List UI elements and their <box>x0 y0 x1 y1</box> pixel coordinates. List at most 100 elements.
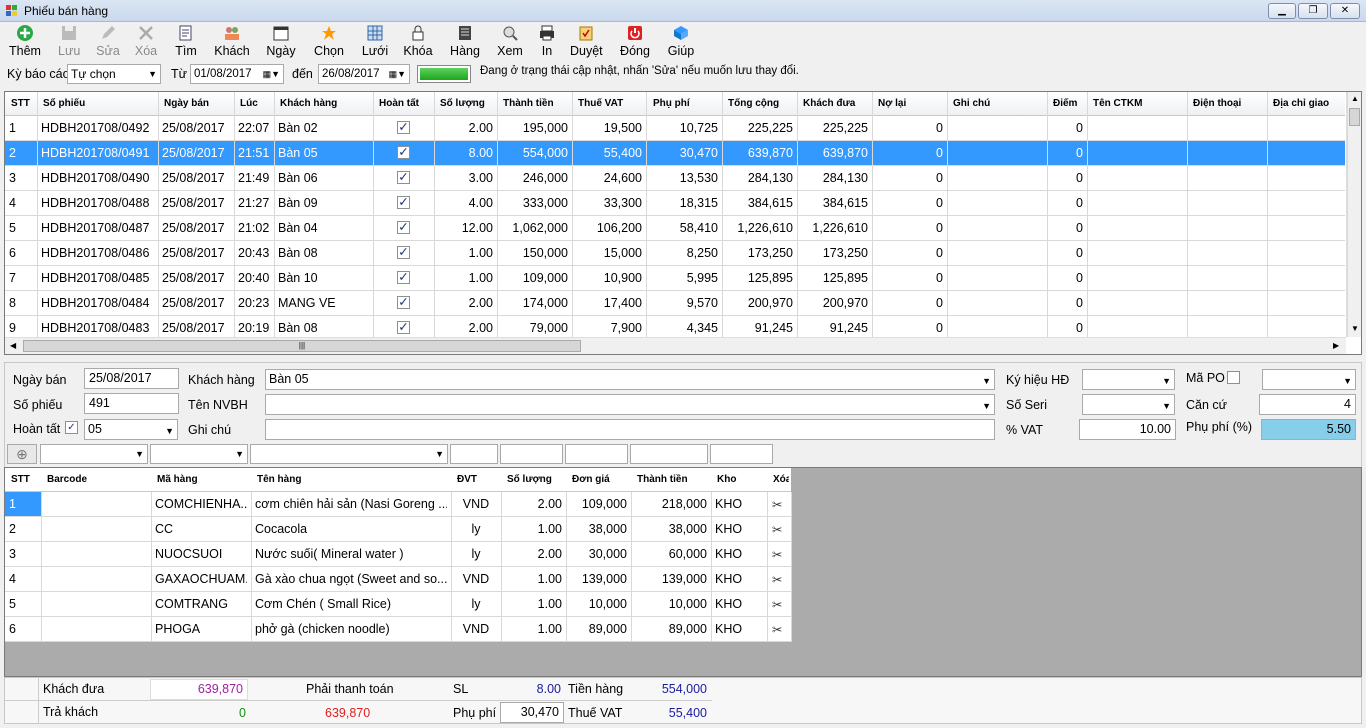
toolbar-power-button[interactable]: Đóng <box>619 24 651 60</box>
toolbar-calendar-button[interactable]: Ngày <box>265 24 297 60</box>
table-row[interactable]: 1 HDBH201708/0492 25/08/2017 22:07 Bàn 02 ✓ 2.… <box>5 116 1345 141</box>
done-checkbox[interactable]: ✓ <box>397 321 410 334</box>
column-header[interactable]: Số phiếu <box>43 98 156 109</box>
table-row[interactable]: 8 HDBH201708/0484 25/08/2017 20:23 MANG VE ✓ 2… <box>5 291 1345 316</box>
toolbar-add-button[interactable]: Thêm <box>8 24 42 60</box>
column-header[interactable]: Địa chỉ giao <box>1273 98 1345 109</box>
toolbar-approve-button[interactable]: Duyệt <box>570 24 603 60</box>
customer-paid-field[interactable]: 639,870 <box>150 679 248 700</box>
toolbar-grid-button[interactable]: Lưới <box>361 24 389 60</box>
delete-row-icon[interactable]: ✂ <box>772 622 782 637</box>
list-item[interactable]: 1 COMCHIENHA... cơm chiên hải sản (Nasi Go… <box>5 492 792 517</box>
qty-filter[interactable] <box>500 444 563 464</box>
delete-row-icon[interactable]: ✂ <box>772 547 782 562</box>
code-filter[interactable]: ▼ <box>150 444 248 464</box>
toolbar-search-button[interactable]: Tìm <box>173 24 199 60</box>
po-select[interactable]: ▼ <box>1262 369 1356 390</box>
column-header[interactable]: Số lượng <box>507 474 564 485</box>
column-header[interactable]: Điểm <box>1053 98 1085 109</box>
name-filter[interactable]: ▼ <box>250 444 448 464</box>
barcode-filter[interactable]: ▼ <box>40 444 148 464</box>
po-checkbox[interactable] <box>1227 371 1240 384</box>
column-header[interactable]: Số lượng <box>440 98 495 109</box>
fee-total-field[interactable]: 30,470 <box>500 702 564 723</box>
list-item[interactable]: 2 CC Cocacola ly 1.00 38,000 38,000 KHO ✂ <box>5 517 792 542</box>
column-header[interactable]: Khách hàng <box>280 98 371 109</box>
amount-filter[interactable] <box>630 444 708 464</box>
customer-select[interactable]: Bàn 05 ▼ <box>265 369 995 390</box>
column-header[interactable]: Barcode <box>47 474 149 485</box>
close-window-button[interactable]: ✕ <box>1330 3 1360 19</box>
unit-filter[interactable] <box>450 444 498 464</box>
delete-row-icon[interactable]: ✂ <box>772 497 782 512</box>
list-item[interactable]: 5 COMTRANG Cơm Chén ( Small Rice) ly 1.00 10,… <box>5 592 792 617</box>
toolbar-help-button[interactable]: Giúp <box>667 24 695 60</box>
list-item[interactable]: 4 GAXAOCHUAM... Gà xào chua ngọt (Sweet an… <box>5 567 792 592</box>
fee-field[interactable]: 5.50 <box>1261 419 1356 440</box>
list-item[interactable]: 3 NUOCSUOI Nước suối( Mineral water ) ly 2.0… <box>5 542 792 567</box>
toolbar-customer-button[interactable]: Khách <box>214 24 250 60</box>
done-checkbox[interactable]: ✓ <box>65 421 78 434</box>
staff-select[interactable]: ▼ <box>265 394 995 415</box>
done-checkbox[interactable]: ✓ <box>397 171 410 184</box>
column-header[interactable]: ĐVT <box>457 474 499 485</box>
column-header[interactable]: Thành tiền <box>637 474 709 485</box>
column-header[interactable]: Tổng cộng <box>728 98 795 109</box>
column-header[interactable]: Phụ phí <box>653 98 720 109</box>
table-row[interactable]: 4 HDBH201708/0488 25/08/2017 21:27 Bàn 09 ✓ 4.… <box>5 191 1345 216</box>
list-item[interactable]: 6 PHOGA phở gà (chicken noodle) VND 1.00 89,0… <box>5 617 792 642</box>
toolbar-edit-button[interactable]: Sửa <box>96 24 120 60</box>
minimize-button[interactable]: ▁ <box>1268 3 1296 19</box>
column-header[interactable]: STT <box>11 98 35 109</box>
column-header[interactable]: Khách đưa <box>803 98 870 109</box>
detail-grid[interactable]: STT Barcode Mã hàng Tên hàng ĐVT Số lượng Đơn … <box>4 467 1362 677</box>
note-field[interactable] <box>265 419 995 440</box>
toolbar-delete-button[interactable]: Xóa <box>134 24 158 60</box>
receipt-no-field[interactable]: 491 <box>84 393 179 414</box>
delete-row-icon[interactable]: ✂ <box>772 572 782 587</box>
store-filter[interactable] <box>710 444 773 464</box>
invoice-sign-select[interactable]: ▼ <box>1082 369 1175 390</box>
column-header[interactable]: Hoàn tất <box>379 98 432 109</box>
price-filter[interactable] <box>565 444 628 464</box>
table-row[interactable]: 2 HDBH201708/0491 25/08/2017 21:51 Bàn 05 ✓ 8.… <box>5 141 1345 166</box>
done-checkbox[interactable]: ✓ <box>397 296 410 309</box>
column-header[interactable]: Ngày bán <box>164 98 232 109</box>
toolbar-goods-button[interactable]: Hàng <box>449 24 481 60</box>
toolbar-lock-button[interactable]: Khóa <box>403 24 433 60</box>
column-header[interactable]: Ghi chú <box>953 98 1045 109</box>
column-header[interactable]: Đơn giá <box>572 474 629 485</box>
column-header[interactable]: Tên hàng <box>257 474 449 485</box>
table-row[interactable]: 5 HDBH201708/0487 25/08/2017 21:02 Bàn 04 ✓ 12… <box>5 216 1345 241</box>
add-row-icon[interactable]: ⊕ <box>7 444 37 464</box>
column-header[interactable]: Lúc <box>240 98 272 109</box>
horizontal-scrollbar[interactable]: ◀ ||| ▶ <box>5 337 1346 354</box>
column-header[interactable]: Thành tiền <box>503 98 570 109</box>
done-checkbox[interactable]: ✓ <box>397 271 410 284</box>
done-checkbox[interactable]: ✓ <box>397 221 410 234</box>
done-checkbox[interactable]: ✓ <box>397 246 410 259</box>
done-checkbox[interactable]: ✓ <box>397 196 410 209</box>
basis-field[interactable]: 4 <box>1259 394 1356 415</box>
table-row[interactable]: 3 HDBH201708/0490 25/08/2017 21:49 Bàn 06 ✓ 3.… <box>5 166 1345 191</box>
toolbar-save-button[interactable]: Lưu <box>58 24 80 60</box>
column-header[interactable]: STT <box>11 474 39 485</box>
toolbar-view-button[interactable]: Xem <box>496 24 524 60</box>
to-date-picker[interactable]: 26/08/2017 ▦▼ <box>318 64 410 84</box>
toolbar-print-button[interactable]: In <box>537 24 557 60</box>
toolbar-select-button[interactable]: Chọn <box>312 24 346 60</box>
done-code-select[interactable]: 05 ▼ <box>84 419 178 440</box>
delete-row-icon[interactable]: ✂ <box>772 597 782 612</box>
table-row[interactable]: 7 HDBH201708/0485 25/08/2017 20:40 Bàn 10 ✓ 1.… <box>5 266 1345 291</box>
done-checkbox[interactable]: ✓ <box>397 146 410 159</box>
column-header[interactable]: Điện thoại <box>1193 98 1265 109</box>
period-select[interactable]: Tự chọn ▼ <box>67 64 161 84</box>
from-date-picker[interactable]: 01/08/2017 ▦▼ <box>190 64 284 84</box>
column-header[interactable]: Thuế VAT <box>578 98 644 109</box>
table-row[interactable]: 6 HDBH201708/0486 25/08/2017 20:43 Bàn 08 ✓ 1.… <box>5 241 1345 266</box>
vat-field[interactable]: 10.00 <box>1079 419 1176 440</box>
column-header[interactable]: Mã hàng <box>157 474 249 485</box>
serial-select[interactable]: ▼ <box>1082 394 1175 415</box>
column-header[interactable]: Xóa <box>773 474 789 485</box>
sale-date-field[interactable]: 25/08/2017 <box>84 368 179 389</box>
